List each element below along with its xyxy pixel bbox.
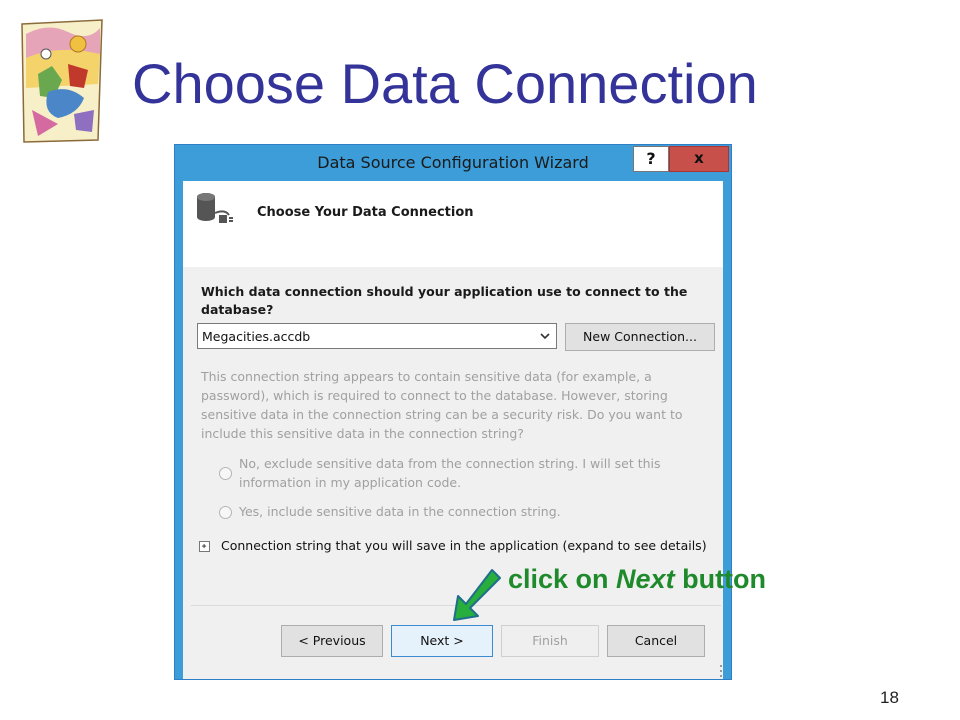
include-sensitive-label: Yes, include sensitive data in the conne…: [239, 504, 561, 519]
connection-string-expander[interactable]: Connection string that you will save in …: [221, 538, 707, 553]
plus-expander-icon[interactable]: [199, 541, 210, 552]
clipart-illustration-icon: [21, 19, 103, 143]
exclude-sensitive-radio[interactable]: [219, 467, 232, 480]
help-button[interactable]: ?: [633, 146, 669, 172]
sensitive-data-info: This connection string appears to contai…: [201, 369, 683, 441]
dropdown-arrow-icon[interactable]: [538, 328, 552, 344]
next-button[interactable]: Next >: [391, 625, 493, 657]
dialog-titlebar[interactable]: Data Source Configuration Wizard ? x: [175, 145, 731, 181]
database-connection-icon: [197, 193, 233, 223]
slide-title: Choose Data Connection: [132, 52, 758, 115]
previous-button[interactable]: < Previous: [281, 625, 383, 657]
wizard-step-title: Choose Your Data Connection: [257, 205, 474, 220]
finish-button[interactable]: Finish: [501, 625, 599, 657]
exclude-sensitive-label: No, exclude sensitive data from the conn…: [239, 456, 661, 490]
annotation-emphasis: Next: [616, 564, 675, 594]
close-button[interactable]: x: [669, 146, 729, 172]
new-connection-button[interactable]: New Connection...: [565, 323, 715, 351]
connection-question: Which data connection should your applic…: [201, 284, 688, 317]
annotation-prefix: click on: [508, 564, 617, 594]
include-sensitive-radio[interactable]: [219, 506, 232, 519]
resize-grip-icon[interactable]: [719, 665, 723, 677]
dialog-frame-right: [723, 181, 731, 679]
slide-number: 18: [880, 688, 899, 707]
annotation-suffix: button: [674, 564, 767, 594]
connection-select[interactable]: Megacities.accdb: [197, 323, 557, 349]
connection-select-value: Megacities.accdb: [202, 329, 311, 344]
dialog-frame-left: [175, 181, 183, 679]
green-arrow-icon: [453, 569, 501, 621]
cancel-button[interactable]: Cancel: [607, 625, 705, 657]
wizard-header: Choose Your Data Connection: [183, 181, 723, 267]
instruction-annotation: click on Next button: [508, 564, 766, 595]
